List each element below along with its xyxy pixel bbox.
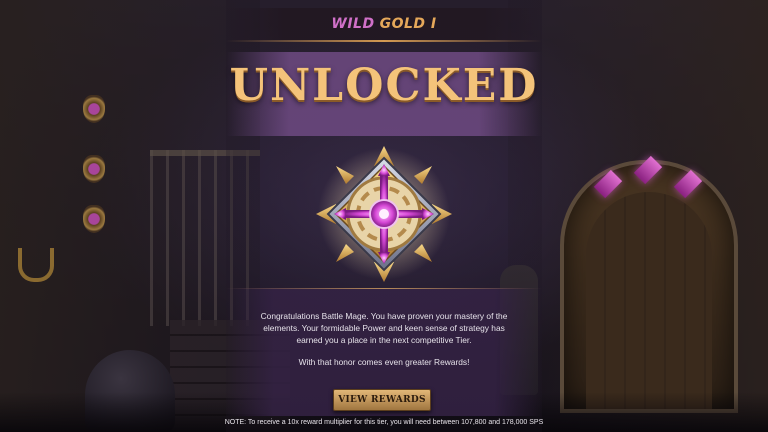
unlocked-headline: UNLOCKED: [229, 60, 539, 111]
wall-shield-icon: [83, 205, 105, 233]
reward-multiplier-note: NOTE: To receive a 10x reward multiplier…: [224, 419, 544, 426]
wooden-door: [560, 160, 738, 413]
tier-title: WILD GOLD I: [331, 16, 436, 32]
trophy-icon: [18, 248, 54, 282]
tier-medal-icon: [316, 146, 452, 282]
message-paragraph: Congratulations Battle Mage. You have pr…: [260, 311, 508, 345]
tier-level: GOLD I: [379, 16, 437, 32]
wall-shield-icon: [83, 95, 105, 123]
message-paragraph: With that honor comes even greater Rewar…: [298, 357, 470, 367]
view-rewards-button[interactable]: VIEW REWARDS: [333, 389, 431, 411]
tier-title-bar: WILD GOLD I: [226, 8, 542, 42]
tier-league: WILD: [331, 16, 375, 32]
congratulations-message: Congratulations Battle Mage. You have pr…: [258, 310, 510, 378]
wall-shield-icon: [83, 155, 105, 183]
